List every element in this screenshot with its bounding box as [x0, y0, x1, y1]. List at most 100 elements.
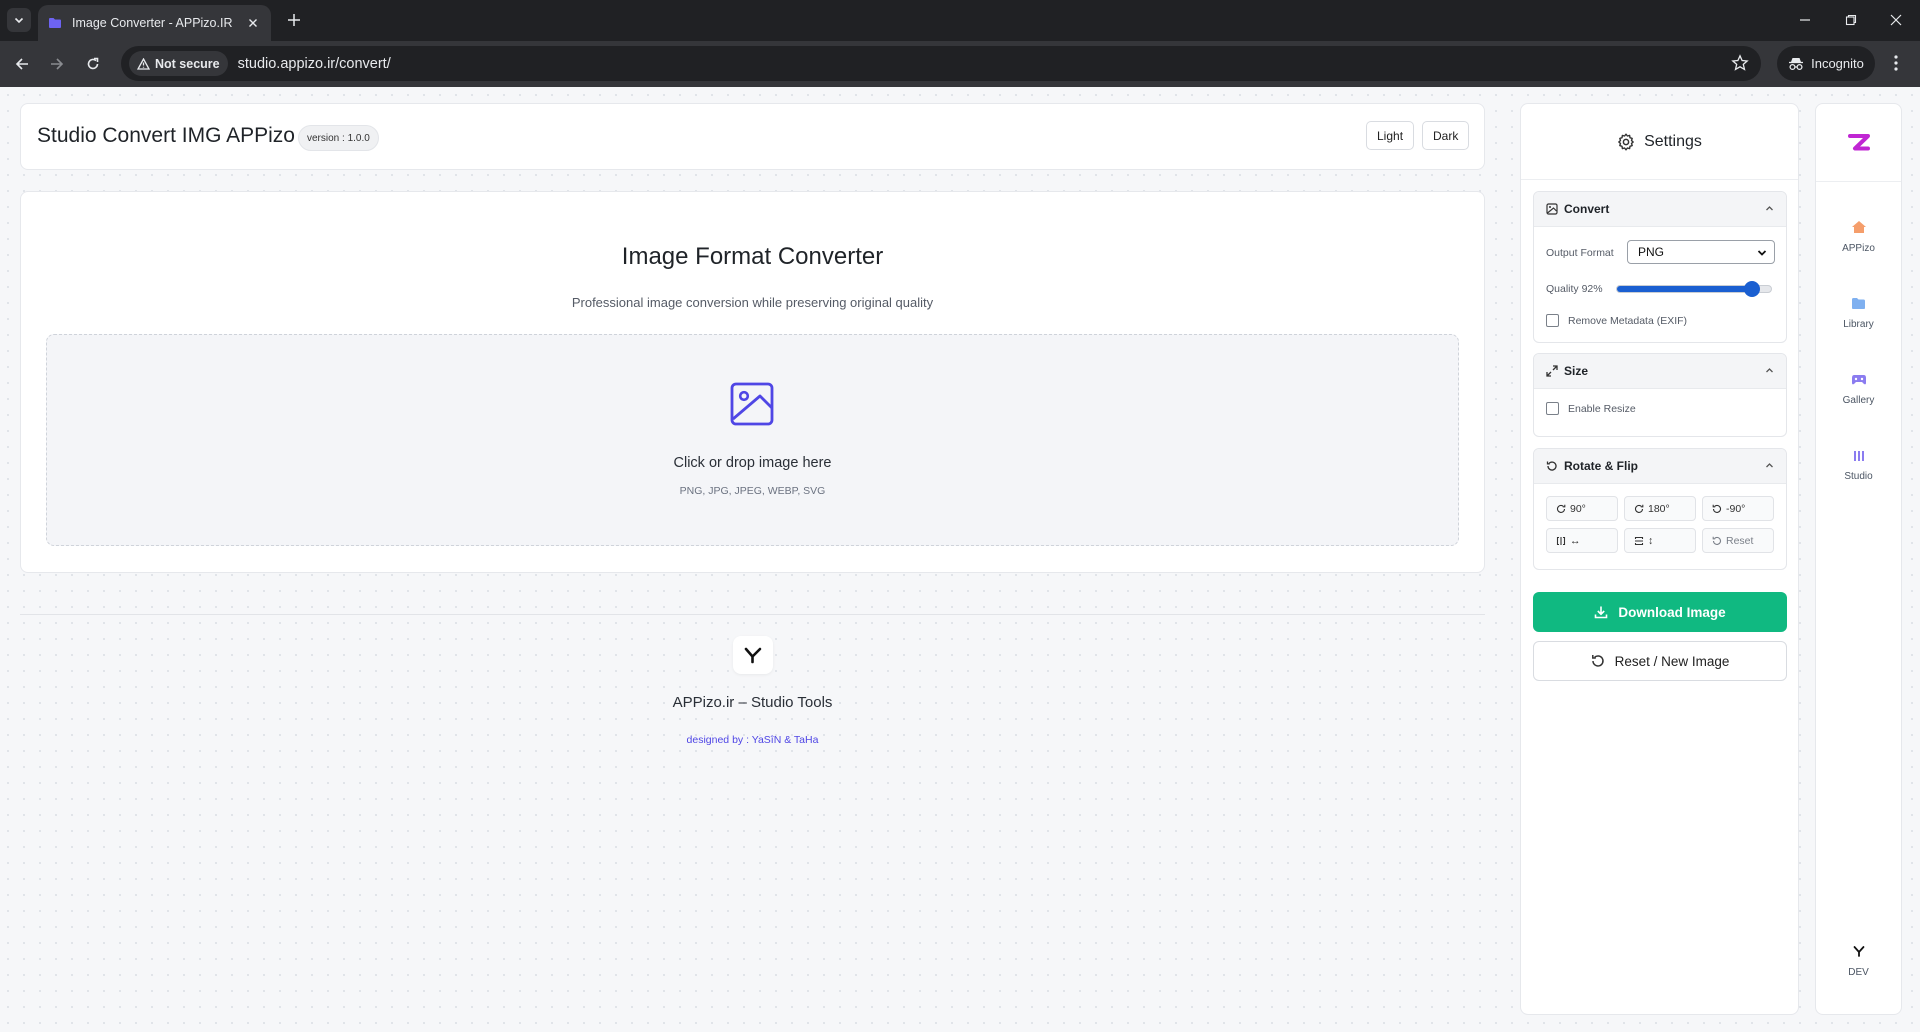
incognito-indicator[interactable]: Incognito — [1777, 46, 1875, 81]
size-section-header[interactable]: Size — [1534, 354, 1786, 389]
rotate-reset-button[interactable]: Reset — [1702, 528, 1774, 553]
new-tab-button[interactable] — [282, 8, 306, 32]
rail-label-appizo: APPizo — [1842, 243, 1875, 254]
enable-resize-row[interactable]: Enable Resize — [1546, 402, 1636, 415]
rail-label-gallery: Gallery — [1842, 395, 1875, 406]
quality-slider[interactable] — [1616, 281, 1772, 297]
page-subtitle: Professional image conversion while pres… — [571, 295, 934, 310]
remove-metadata-row[interactable]: Remove Metadata (EXIF) — [1546, 314, 1687, 327]
chevron-up-icon — [1766, 206, 1773, 211]
incognito-label: Incognito — [1811, 56, 1864, 71]
y-logo-icon — [744, 647, 762, 664]
reset-label: Reset / New Image — [1614, 653, 1730, 669]
y-logo-icon — [1853, 940, 1865, 962]
convert-section: Convert Output Format PNG Quality 92% Re… — [1533, 191, 1787, 343]
download-icon — [1595, 606, 1608, 619]
flip-vertical-label: ↕ — [1648, 534, 1654, 547]
chevron-up-icon — [1766, 368, 1773, 373]
dropzone-formats: PNG, JPG, JPEG, WEBP, SVG — [679, 485, 826, 497]
settings-title: Settings — [1644, 132, 1702, 150]
converter-card: Image Format Converter Professional imag… — [20, 191, 1485, 573]
rail-item-appizo[interactable]: APPizo — [1816, 216, 1901, 254]
address-bar[interactable]: Not secure studio.appizo.ir/convert/ — [121, 46, 1761, 81]
reset-icon — [1712, 536, 1721, 545]
footer-logo — [733, 636, 773, 674]
remove-metadata-checkbox[interactable] — [1546, 314, 1559, 327]
quality-slider-thumb[interactable] — [1743, 281, 1760, 297]
settings-header: Settings — [1521, 104, 1798, 180]
gamepad-icon — [1851, 368, 1867, 390]
flip-vertical-button[interactable]: ↕ — [1624, 528, 1696, 553]
rotate-cw-icon — [1557, 504, 1566, 513]
rail-label-dev: DEV — [1848, 967, 1869, 978]
tab-search-button[interactable] — [7, 8, 31, 32]
back-button[interactable] — [8, 50, 36, 78]
more-vert-icon — [1894, 55, 1898, 71]
rotate-neg90-label: -90° — [1726, 502, 1746, 515]
theme-dark-button[interactable]: Dark — [1422, 121, 1470, 150]
footer-credit[interactable]: designed by : YaSîN & TaHa — [0, 734, 1505, 746]
rail-item-gallery[interactable]: Gallery — [1816, 368, 1901, 406]
rotate-heading: Rotate & Flip — [1564, 459, 1638, 473]
enable-resize-label: Enable Resize — [1568, 402, 1636, 415]
rotate-neg90-button[interactable]: -90° — [1702, 496, 1774, 521]
output-format-label: Output Format — [1546, 247, 1614, 259]
download-label: Download Image — [1618, 604, 1726, 620]
incognito-icon — [1789, 57, 1804, 70]
reload-button[interactable] — [79, 50, 107, 78]
bars-icon — [1853, 444, 1865, 466]
footer-brand: APPizo.ir – Studio Tools — [672, 694, 833, 711]
bookmark-star-icon[interactable] — [1731, 54, 1749, 77]
security-label: Not secure — [155, 56, 220, 71]
chevron-down-icon — [1757, 250, 1767, 256]
rail-item-studio[interactable]: Studio — [1816, 444, 1901, 482]
convert-section-header[interactable]: Convert — [1534, 192, 1786, 227]
browser-tab[interactable]: Image Converter - APPizo.IR — [38, 5, 271, 41]
rotate-cw-icon — [1635, 504, 1644, 513]
browser-chrome: Image Converter - APPizo.IR Not secure s… — [0, 0, 1920, 87]
enable-resize-checkbox[interactable] — [1546, 402, 1559, 415]
footer-divider — [20, 614, 1485, 615]
settings-panel: Settings Convert Output Format PNG Quali… — [1520, 103, 1799, 1015]
rail-label-studio: Studio — [1844, 471, 1873, 482]
rotate-180-label: 180° — [1648, 502, 1670, 515]
z-logo-icon — [1847, 133, 1870, 150]
size-section: Size Enable Resize — [1533, 353, 1787, 437]
reset-new-image-button[interactable]: Reset / New Image — [1533, 641, 1787, 681]
rail-item-dev[interactable]: DEV — [1816, 940, 1901, 978]
folder-icon — [48, 16, 62, 30]
restore-button[interactable] — [1836, 8, 1866, 32]
reset-icon — [1591, 655, 1604, 667]
security-chip[interactable]: Not secure — [129, 51, 228, 76]
size-heading: Size — [1564, 364, 1589, 378]
close-icon[interactable] — [245, 15, 261, 31]
remove-metadata-label: Remove Metadata (EXIF) — [1568, 314, 1688, 327]
output-format-select[interactable]: PNG — [1627, 240, 1775, 264]
theme-light-button[interactable]: Light — [1366, 121, 1415, 150]
tab-title: Image Converter - APPizo.IR — [72, 16, 233, 30]
convert-heading: Convert — [1564, 202, 1610, 216]
rotate-180-button[interactable]: 180° — [1624, 496, 1696, 521]
browser-menu-button[interactable] — [1884, 51, 1908, 75]
flip-horizontal-button[interactable]: ↔ — [1546, 528, 1618, 553]
arrow-left-icon — [15, 58, 28, 70]
rotate-ccw-icon — [1712, 504, 1721, 513]
minimize-button[interactable] — [1790, 8, 1820, 32]
quality-slider-fill — [1617, 286, 1752, 292]
page-title: Image Format Converter — [621, 243, 884, 270]
forward-button[interactable] — [43, 50, 71, 78]
rotate-reset-label: Reset — [1726, 534, 1754, 547]
output-format-value: PNG — [1638, 245, 1665, 259]
chevron-down-icon — [14, 17, 24, 24]
image-dropzone[interactable]: Click or drop image here PNG, JPG, JPEG,… — [46, 334, 1459, 546]
rail-item-library[interactable]: Library — [1816, 292, 1901, 330]
rail-logo[interactable] — [1816, 104, 1901, 182]
flip-horizontal-label: ↔ — [1570, 534, 1581, 547]
rotate-section: Rotate & Flip 90° 180° -90° ↔ ↕ Reset — [1533, 448, 1787, 570]
browser-toolbar: Not secure studio.appizo.ir/convert/ Inc… — [0, 41, 1920, 87]
rotate-90-button[interactable]: 90° — [1546, 496, 1618, 521]
tab-strip: Image Converter - APPizo.IR — [0, 0, 1920, 41]
close-window-button[interactable] — [1881, 8, 1911, 32]
rotate-section-header[interactable]: Rotate & Flip — [1534, 449, 1786, 484]
download-image-button[interactable]: Download Image — [1533, 592, 1787, 632]
